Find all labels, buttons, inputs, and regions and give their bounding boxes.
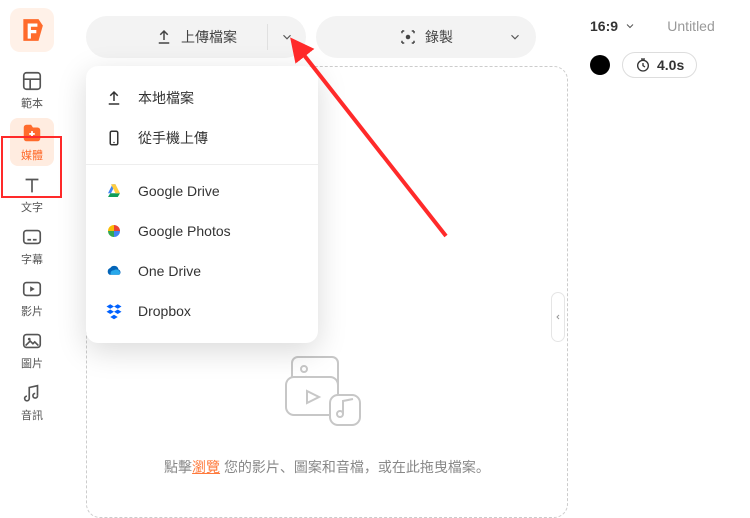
record-button-label: 錄製 bbox=[425, 27, 453, 47]
dropdown-item-label: 從手機上傳 bbox=[138, 128, 208, 148]
aspect-ratio-select[interactable]: 16:9 bbox=[590, 18, 636, 34]
dropdown-item-label: Google Photos bbox=[138, 223, 231, 239]
dropzone-prefix: 點擊 bbox=[164, 459, 192, 475]
subtitle-icon bbox=[20, 225, 44, 249]
dropdown-item-local[interactable]: 本地檔案 bbox=[86, 78, 318, 118]
dropdown-item-onedrive[interactable]: One Drive bbox=[86, 251, 318, 291]
sidebar-item-label: 範本 bbox=[21, 95, 43, 111]
record-button[interactable]: 錄製 bbox=[316, 16, 536, 58]
dropzone-text: 點擊瀏覽 您的影片、圖案和音檔，或在此拖曳檔案。 bbox=[164, 457, 490, 477]
sidebar-item-label: 媒體 bbox=[21, 147, 43, 163]
right-panel: 16:9 Untitled 4.0s bbox=[580, 0, 750, 518]
background-color-swatch[interactable] bbox=[590, 55, 610, 75]
dropdown-item-gphotos[interactable]: Google Photos bbox=[86, 211, 318, 251]
chevron-down-icon bbox=[624, 20, 636, 32]
sidebar-item-video[interactable]: 影片 bbox=[10, 274, 54, 322]
sidebar-item-label: 影片 bbox=[21, 303, 43, 319]
dropzone-illustration bbox=[282, 351, 372, 431]
duration-pill[interactable]: 4.0s bbox=[622, 52, 697, 78]
sidebar-item-label: 圖片 bbox=[21, 355, 43, 371]
sidebar-item-template[interactable]: 範本 bbox=[10, 66, 54, 114]
sidebar-item-media[interactable]: 媒體 bbox=[10, 118, 54, 166]
upload-button[interactable]: 上傳檔案 bbox=[86, 16, 306, 58]
template-icon bbox=[20, 69, 44, 93]
main-panel: 上傳檔案 錄製 本地檔案 bbox=[64, 0, 580, 518]
sidebar-item-subtitle[interactable]: 字幕 bbox=[10, 222, 54, 270]
sidebar-item-label: 字幕 bbox=[21, 251, 43, 267]
dropdown-item-phone[interactable]: 從手機上傳 bbox=[86, 118, 318, 158]
dropdown-item-dropbox[interactable]: Dropbox bbox=[86, 291, 318, 331]
record-icon bbox=[399, 28, 417, 46]
video-icon bbox=[20, 277, 44, 301]
dropdown-item-label: 本地檔案 bbox=[138, 88, 194, 108]
audio-icon bbox=[20, 381, 44, 405]
chevron-down-icon[interactable] bbox=[280, 30, 294, 44]
toolbar: 上傳檔案 錄製 bbox=[86, 16, 568, 58]
clock-icon bbox=[635, 57, 651, 73]
aspect-ratio-value: 16:9 bbox=[590, 18, 618, 34]
sidebar-item-text[interactable]: 文字 bbox=[10, 170, 54, 218]
upload-icon bbox=[155, 28, 173, 46]
button-divider bbox=[267, 24, 268, 50]
sidebar-item-label: 音訊 bbox=[21, 407, 43, 423]
sidebar-item-audio[interactable]: 音訊 bbox=[10, 378, 54, 426]
dropdown-item-label: One Drive bbox=[138, 263, 201, 279]
app-logo bbox=[10, 8, 54, 52]
upload-button-label: 上傳檔案 bbox=[181, 27, 237, 47]
sidebar: 範本 媒體 文字 字幕 影片 圖片 音訊 bbox=[0, 0, 64, 518]
dropzone-suffix: 您的影片、圖案和音檔，或在此拖曳檔案。 bbox=[224, 459, 490, 475]
dropdown-item-label: Google Drive bbox=[138, 183, 220, 199]
duration-value: 4.0s bbox=[657, 57, 684, 73]
dropdown-separator bbox=[86, 164, 318, 165]
phone-icon bbox=[104, 128, 124, 148]
collapse-handle[interactable] bbox=[551, 292, 565, 342]
media-icon bbox=[20, 121, 44, 145]
google-photos-icon bbox=[104, 221, 124, 241]
onedrive-icon bbox=[104, 261, 124, 281]
dropdown-item-gdrive[interactable]: Google Drive bbox=[86, 171, 318, 211]
dropbox-icon bbox=[104, 301, 124, 321]
upload-dropdown: 本地檔案 從手機上傳 Google Drive Google Photos On… bbox=[86, 66, 318, 343]
sidebar-item-label: 文字 bbox=[21, 199, 43, 215]
upload-icon bbox=[104, 88, 124, 108]
image-icon bbox=[20, 329, 44, 353]
google-drive-icon bbox=[104, 181, 124, 201]
sidebar-item-image[interactable]: 圖片 bbox=[10, 326, 54, 374]
chevron-down-icon[interactable] bbox=[508, 30, 522, 44]
dropdown-item-label: Dropbox bbox=[138, 303, 191, 319]
browse-link[interactable]: 瀏覽 bbox=[192, 459, 220, 475]
text-icon bbox=[20, 173, 44, 197]
project-title[interactable]: Untitled bbox=[648, 18, 734, 34]
